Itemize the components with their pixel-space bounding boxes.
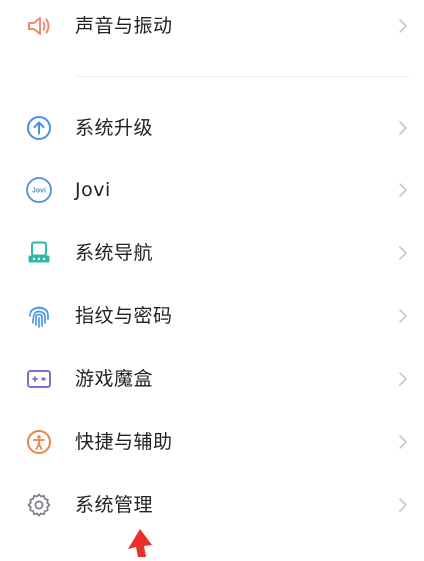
chevron-right-icon — [396, 118, 410, 138]
settings-item-upgrade[interactable]: 系统升级 — [0, 98, 424, 158]
fingerprint-icon — [25, 302, 53, 330]
jovi-icon: Jovi — [25, 176, 53, 204]
settings-item-system-management[interactable]: 系统管理 — [0, 475, 424, 535]
settings-item-label: 游戏魔盒 — [75, 367, 154, 390]
settings-item-game-box[interactable]: 游戏魔盒 — [0, 349, 424, 409]
chevron-right-icon — [396, 306, 410, 326]
chevron-right-icon — [396, 16, 410, 36]
settings-item-label: Jovi — [75, 178, 111, 201]
chevron-right-icon — [396, 243, 410, 263]
settings-item-accessibility[interactable]: 快捷与辅助 — [0, 412, 424, 472]
gear-icon — [25, 491, 53, 519]
settings-item-label: 声音与振动 — [75, 14, 173, 37]
chevron-right-icon — [396, 369, 410, 389]
accessibility-icon — [25, 428, 53, 456]
section-divider — [75, 76, 410, 77]
red-pointer-arrow-icon — [124, 527, 158, 557]
settings-item-label: 快捷与辅助 — [75, 430, 173, 453]
settings-item-navigation[interactable]: 系统导航 — [0, 223, 424, 283]
game-box-icon — [25, 365, 53, 393]
speaker-icon — [25, 12, 53, 40]
upgrade-arrow-icon — [25, 114, 53, 142]
chevron-right-icon — [396, 180, 410, 200]
settings-item-label: 系统管理 — [75, 493, 154, 516]
settings-item-fingerprint[interactable]: 指纹与密码 — [0, 286, 424, 346]
settings-item-sound[interactable]: 声音与振动 — [0, 0, 424, 56]
settings-item-label: 指纹与密码 — [75, 304, 173, 327]
chevron-right-icon — [396, 432, 410, 452]
settings-item-label: 系统升级 — [75, 116, 154, 139]
settings-item-label: 系统导航 — [75, 241, 154, 264]
navigation-icon — [25, 239, 53, 267]
settings-item-jovi[interactable]: Jovi Jovi — [0, 160, 424, 220]
jovi-icon-text: Jovi — [32, 188, 46, 195]
chevron-right-icon — [396, 495, 410, 515]
